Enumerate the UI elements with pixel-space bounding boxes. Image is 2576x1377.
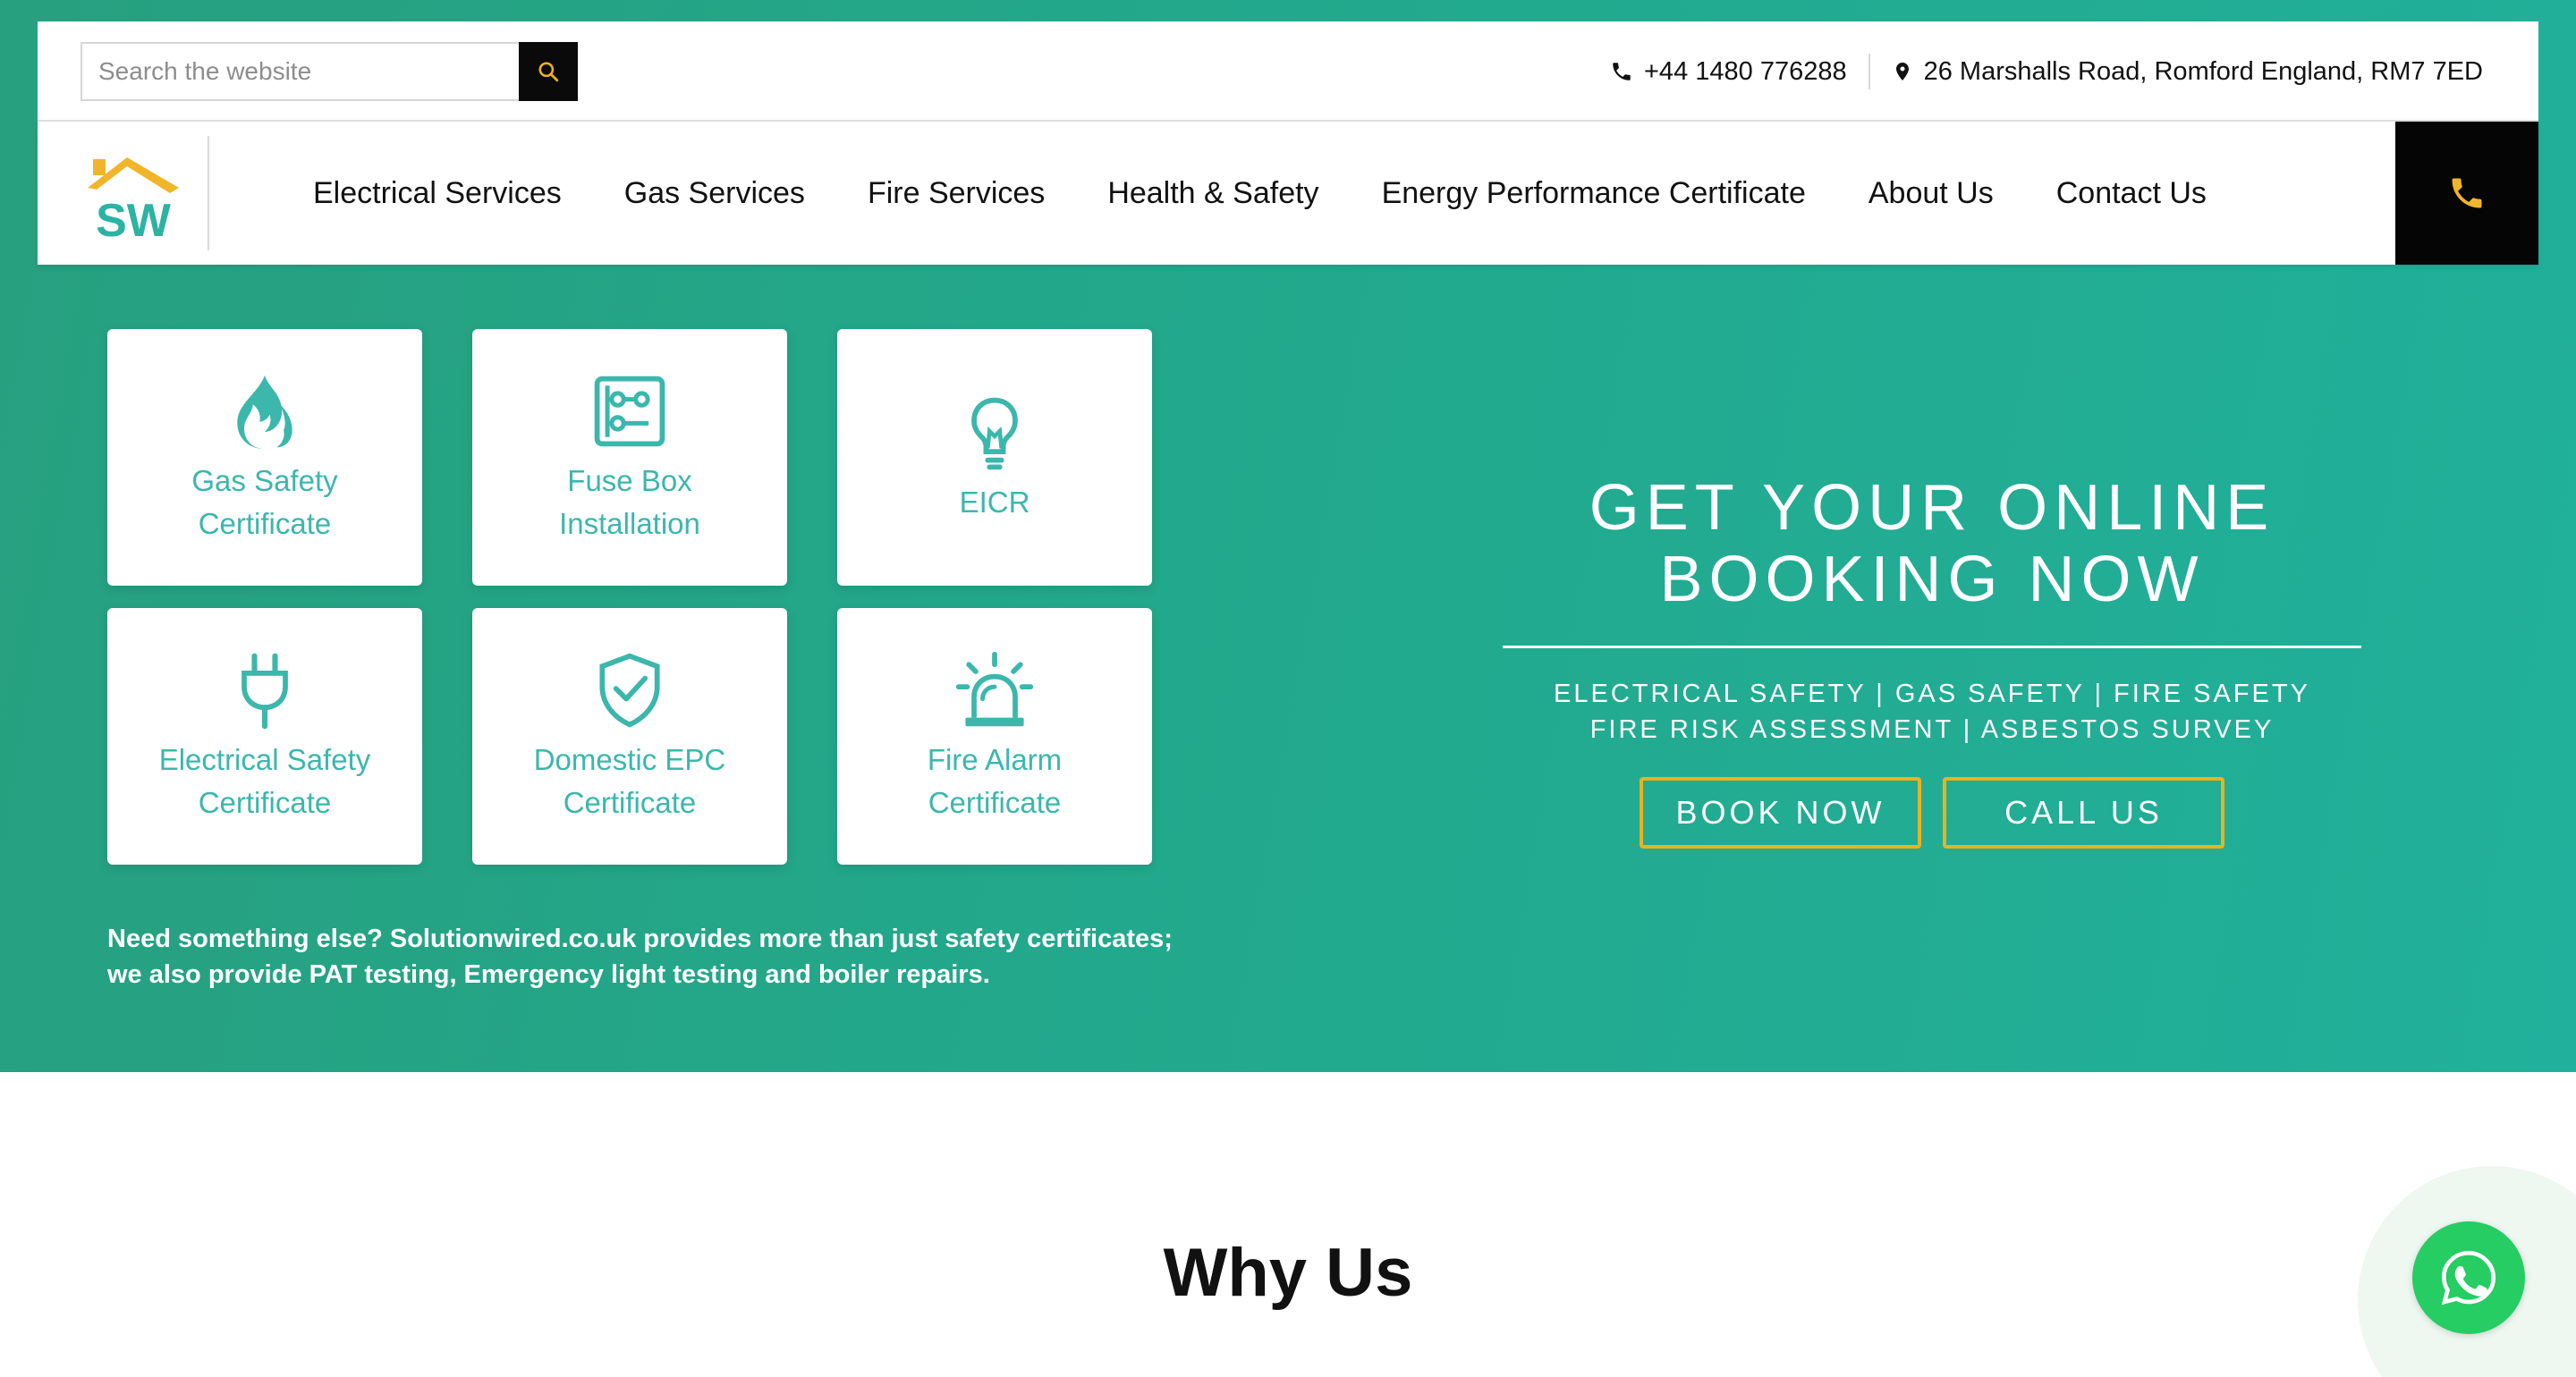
card-label: EICR: [959, 485, 1030, 519]
search-icon: [538, 62, 559, 82]
nav-fire-services[interactable]: Fire Services: [868, 176, 1045, 211]
search-button[interactable]: [519, 42, 578, 101]
lightbulb-icon: [971, 397, 1018, 469]
main-navbar: SW Electrical Services Gas Services Fire…: [38, 122, 2538, 265]
nav-contact-us[interactable]: Contact Us: [2056, 176, 2207, 211]
booking-subtitle: ELECTRICAL SAFETY | GAS SAFETY | FIRE SA…: [1554, 680, 2310, 744]
card-label: Fire Alarm Certificate: [927, 742, 1063, 819]
why-us-heading: Why Us: [1163, 1235, 1413, 1311]
card-electrical-safety-certificate[interactable]: Electrical Safety Certificate: [107, 608, 422, 865]
phone-number: +44 1480 776288: [1644, 56, 1847, 86]
logo-divider: [208, 136, 209, 250]
card-eicr[interactable]: EICR: [837, 329, 1152, 586]
booking-title-line2: BOOKING NOW: [1659, 544, 2205, 615]
location-pin-icon: [1895, 63, 1909, 80]
nav-call-button[interactable]: [2395, 122, 2538, 265]
alarm-icon: [955, 651, 1034, 726]
nav-about-us[interactable]: About Us: [1868, 176, 1994, 211]
card-domestic-epc-certificate[interactable]: Domestic EPC Certificate: [472, 608, 787, 865]
whatsapp-icon: [2441, 1250, 2496, 1305]
booking-title-line1: GET YOUR ONLINE: [1589, 472, 2275, 544]
card-fire-alarm-certificate[interactable]: Fire Alarm Certificate: [837, 608, 1152, 865]
card-label: Electrical Safety Certificate: [158, 742, 371, 819]
booking-title: GET YOUR ONLINE BOOKING NOW: [1503, 472, 2361, 615]
logo[interactable]: SW: [84, 152, 182, 247]
address-text: 26 Marshalls Road, Romford England, RM7 …: [1923, 56, 2483, 86]
book-now-button[interactable]: BOOK NOW: [1640, 777, 1921, 849]
phone-icon: [2452, 178, 2482, 208]
search-form: [80, 42, 578, 101]
card-label: Domestic EPC Certificate: [533, 742, 726, 819]
nav-menu: Electrical Services Gas Services Fire Se…: [313, 122, 2207, 265]
nav-health-safety[interactable]: Health & Safety: [1107, 176, 1318, 211]
contact-divider: [1868, 54, 1870, 89]
card-gas-safety-certificate[interactable]: Gas Safety Certificate: [107, 329, 422, 586]
nav-energy-performance-certificate[interactable]: Energy Performance Certificate: [1382, 176, 1806, 211]
phone-icon: [1613, 63, 1631, 80]
phone-link[interactable]: +44 1480 776288: [1610, 57, 1847, 87]
search-input[interactable]: [82, 44, 521, 99]
logo-text: SW: [96, 195, 172, 241]
nav-gas-services[interactable]: Gas Services: [624, 176, 805, 211]
call-us-button[interactable]: CALL US: [1943, 777, 2224, 849]
address-link[interactable]: 26 Marshalls Road, Romford England, RM7 …: [1892, 57, 2483, 87]
booking-divider: [1503, 646, 2361, 648]
flame-icon: [237, 375, 292, 449]
nav-electrical-services[interactable]: Electrical Services: [313, 176, 562, 211]
contact-info: +44 1480 776288 26 Marshalls Road, Romfo…: [1610, 48, 2483, 95]
top-bar: +44 1480 776288 26 Marshalls Road, Romfo…: [38, 21, 2538, 122]
whatsapp-button[interactable]: [2412, 1221, 2525, 1334]
fuse-box-icon: [594, 376, 665, 446]
shield-check-icon: [599, 653, 660, 727]
plug-icon: [242, 653, 288, 729]
services-note: Need something else? Solutionwired.co.uk…: [107, 925, 1173, 989]
house-roof-icon: SW: [88, 157, 179, 247]
card-label: Gas Safety Certificate: [191, 463, 338, 540]
card-label: Fuse Box Installation: [559, 463, 700, 540]
card-fuse-box-installation[interactable]: Fuse Box Installation: [472, 329, 787, 586]
